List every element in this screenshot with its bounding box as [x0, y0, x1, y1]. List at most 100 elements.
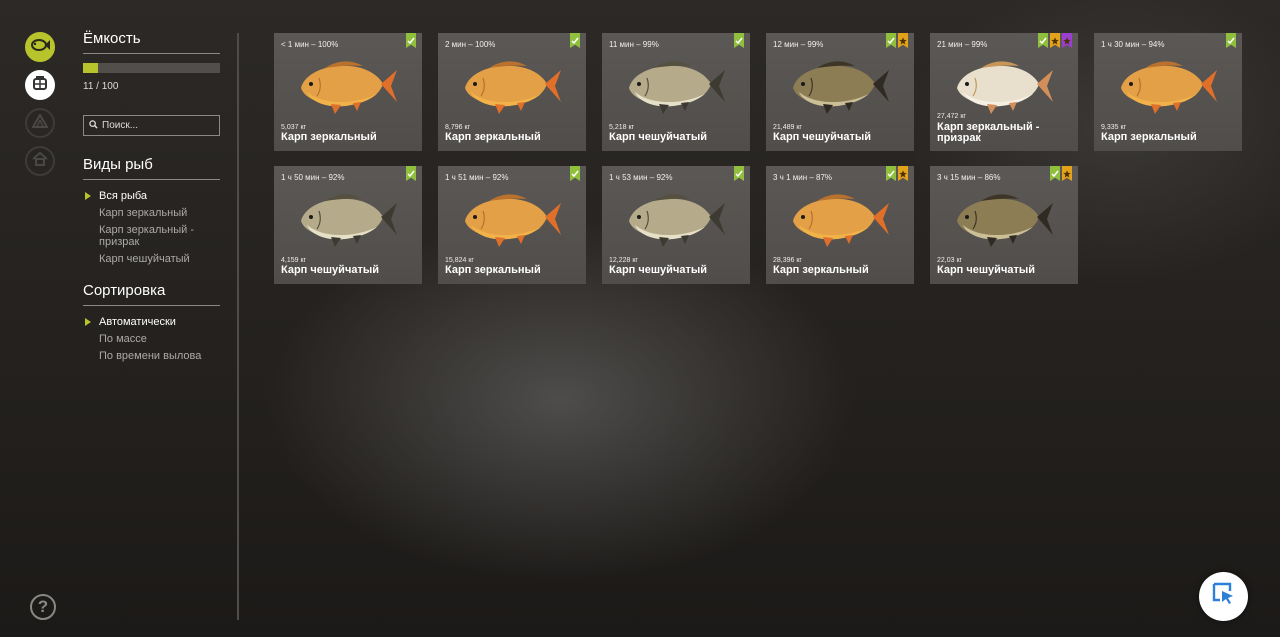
- check-badge-icon: [886, 166, 896, 181]
- species-title: Виды рыб: [83, 156, 220, 180]
- sort-title: Сортировка: [83, 282, 220, 306]
- sort-item[interactable]: По массе: [99, 333, 220, 345]
- star-badge-icon: [1062, 166, 1072, 181]
- fish-name: Карп чешуйчатый: [281, 264, 379, 276]
- fish-card[interactable]: 12 мин – 99% 21,489 кг Карп чешуйчатый: [766, 33, 914, 151]
- tent-icon: [31, 112, 49, 133]
- fish-icon: [30, 38, 50, 57]
- check-badge-icon: [1050, 166, 1060, 181]
- fish-card[interactable]: 1 ч 51 мин – 92% 15,824 кг Карп зеркальный: [438, 166, 586, 284]
- cursor-mode-button[interactable]: [1199, 572, 1248, 621]
- fish-weight: 21,489 кг: [773, 124, 802, 131]
- fish-image: [619, 50, 729, 125]
- nav-keepnet-button[interactable]: [25, 70, 55, 100]
- fish-weight: 9,335 кг: [1101, 124, 1127, 131]
- fish-card[interactable]: 1 ч 53 мин – 92% 12,228 кг Карп чешуйчатый: [602, 166, 750, 284]
- fish-catch-time: 1 ч 53 мин – 92%: [609, 173, 673, 182]
- fish-image: [783, 183, 893, 258]
- fish-image: [619, 183, 729, 258]
- nav-icon-bar: [25, 32, 59, 184]
- fish-badges: [406, 166, 416, 181]
- capacity-progress-fill: [83, 63, 99, 73]
- fish-catch-time: 1 ч 51 мин – 92%: [445, 173, 509, 182]
- fish-badges: [1050, 166, 1072, 181]
- fish-name: Карп зеркальный: [445, 131, 541, 143]
- fish-weight: 15,824 кг: [445, 257, 474, 264]
- fish-catch-time: 1 ч 30 мин – 94%: [1101, 40, 1165, 49]
- capacity-title: Ёмкость: [83, 30, 220, 54]
- star-badge-icon: [1062, 33, 1072, 48]
- keepnet-icon: [32, 75, 48, 96]
- fish-weight: 28,396 кг: [773, 257, 802, 264]
- fish-badges: [734, 166, 744, 181]
- fish-card[interactable]: < 1 мин – 100% 5,037 кг Карп зеркальный: [274, 33, 422, 151]
- check-badge-icon: [406, 166, 416, 181]
- fish-name: Карп зеркальный: [1101, 131, 1197, 143]
- star-badge-icon: [898, 166, 908, 181]
- fish-name: Карп чешуйчатый: [937, 264, 1035, 276]
- fish-catch-time: 1 ч 50 мин – 92%: [281, 173, 345, 182]
- fish-image: [1111, 50, 1221, 125]
- fish-badges: [886, 166, 908, 181]
- fish-badges: [570, 166, 580, 181]
- species-item[interactable]: Карп чешуйчатый: [99, 253, 220, 265]
- fish-weight: 5,218 кг: [609, 124, 635, 131]
- fish-card[interactable]: 3 ч 15 мин – 86% 22,03 кг Карп чешуйчатый: [930, 166, 1078, 284]
- fish-weight: 22,03 кг: [937, 257, 963, 264]
- fish-card[interactable]: 1 ч 50 мин – 92% 4,159 кг Карп чешуйчатый: [274, 166, 422, 284]
- fish-badges: [406, 33, 416, 48]
- nav-fish-button[interactable]: [25, 32, 55, 62]
- star-badge-icon: [1050, 33, 1060, 48]
- fish-badges: [886, 33, 908, 48]
- search-input[interactable]: Поиск...: [83, 115, 220, 136]
- fish-weight: 4,159 кг: [281, 257, 307, 264]
- search-placeholder: Поиск...: [102, 120, 139, 131]
- fish-image: [455, 50, 565, 125]
- fish-badges: [1038, 33, 1072, 48]
- nav-home-button[interactable]: [25, 146, 55, 176]
- fish-image: [783, 50, 893, 125]
- fish-name: Карп зеркальный: [281, 131, 377, 143]
- fish-name: Карп чешуйчатый: [773, 131, 871, 143]
- fish-name: Карп зеркальный - призрак: [937, 121, 1040, 144]
- species-item[interactable]: Вся рыба: [85, 190, 220, 202]
- check-badge-icon: [406, 33, 416, 48]
- sort-options-list: Автоматически По массе По времени вылова: [83, 316, 220, 362]
- help-button[interactable]: ?: [30, 594, 56, 620]
- fish-badges: [1226, 33, 1236, 48]
- fish-badges: [570, 33, 580, 48]
- fish-card[interactable]: 11 мин – 99% 5,218 кг Карп чешуйчатый: [602, 33, 750, 151]
- species-item[interactable]: Карп зеркальный: [99, 207, 220, 219]
- fish-weight: 8,796 кг: [445, 124, 471, 131]
- check-badge-icon: [570, 166, 580, 181]
- fish-name: Карп чешуйчатый: [609, 131, 707, 143]
- fish-card[interactable]: 1 ч 30 мин – 94% 9,335 кг Карп зеркальный: [1094, 33, 1242, 151]
- star-badge-icon: [898, 33, 908, 48]
- cursor-select-icon: [1211, 581, 1237, 612]
- species-item[interactable]: Карп зеркальный - призрак: [99, 224, 220, 248]
- fish-image: [455, 183, 565, 258]
- check-badge-icon: [570, 33, 580, 48]
- fish-card[interactable]: 21 мин – 99% 27,472 кг Карп зеркальный - п…: [930, 33, 1078, 151]
- fish-image: [947, 183, 1057, 258]
- fish-name: Карп зеркальный: [773, 264, 869, 276]
- check-badge-icon: [886, 33, 896, 48]
- fish-name: Карп зеркальный: [445, 264, 541, 276]
- nav-camp-button[interactable]: [25, 108, 55, 138]
- fish-catch-time: 11 мин – 99%: [609, 40, 659, 49]
- fish-card[interactable]: 2 мин – 100% 8,796 кг Карп зеркальный: [438, 33, 586, 151]
- capacity-count: 11 / 100: [83, 81, 119, 92]
- help-icon: ?: [37, 597, 49, 616]
- fish-card[interactable]: 3 ч 1 мин – 87% 28,396 кг Карп зеркальный: [766, 166, 914, 284]
- sort-item[interactable]: Автоматически: [85, 316, 220, 328]
- sort-item[interactable]: По времени вылова: [99, 350, 220, 362]
- sidebar: Ёмкость 11 / 100 Поиск... Виды рыб Вся р…: [83, 30, 220, 367]
- sidebar-divider: [237, 33, 239, 620]
- fish-catch-time: 2 мин – 100%: [445, 40, 496, 49]
- fish-catch-time: < 1 мин – 100%: [281, 40, 339, 49]
- fish-catch-time: 3 ч 15 мин – 86%: [937, 173, 1001, 182]
- fish-weight: 5,037 кг: [281, 124, 307, 131]
- check-badge-icon: [1038, 33, 1048, 48]
- fish-badges: [734, 33, 744, 48]
- check-badge-icon: [734, 166, 744, 181]
